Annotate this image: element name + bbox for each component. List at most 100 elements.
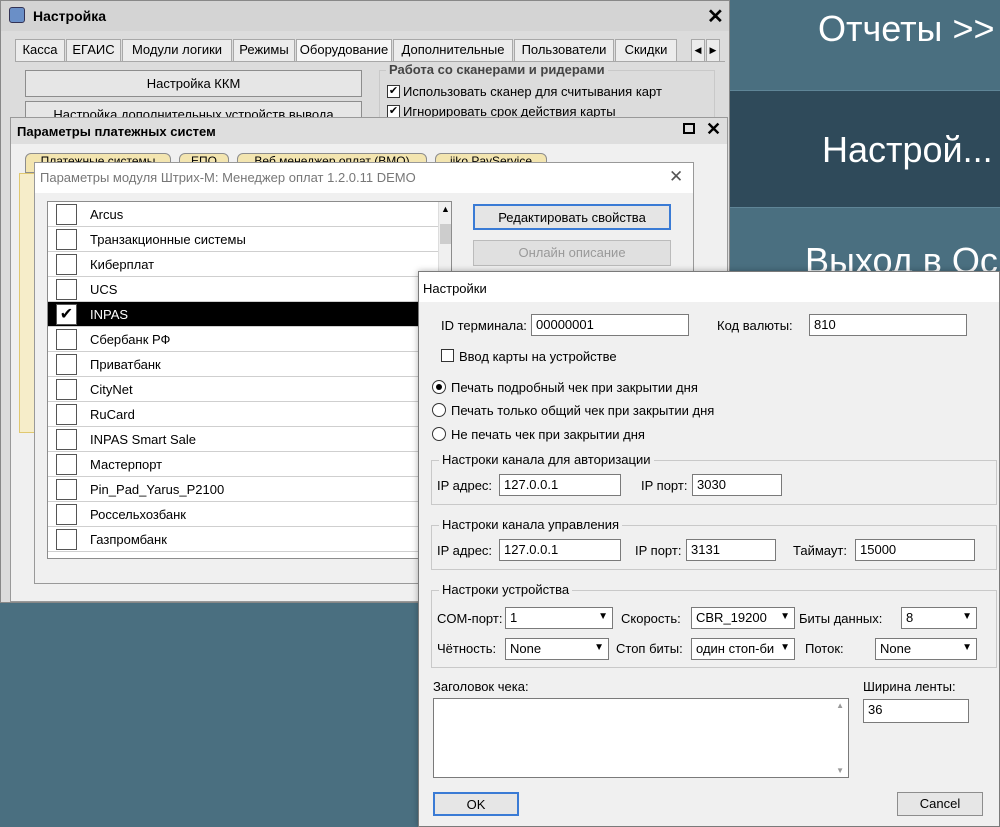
list-item-checkbox[interactable] — [56, 329, 77, 350]
list-item-checkbox[interactable] — [56, 429, 77, 450]
timeout-input[interactable]: 15000 — [855, 539, 975, 561]
tab-users[interactable]: Пользователи — [514, 39, 614, 61]
stopbits-select[interactable]: один стоп-би ▼ — [691, 638, 795, 660]
list-item-checkbox[interactable]: ✔ — [56, 304, 77, 325]
tape-width-input[interactable]: 36 — [863, 699, 969, 723]
list-item-checkbox[interactable] — [56, 529, 77, 550]
terminal-id-input[interactable]: 00000001 — [531, 314, 689, 336]
list-item-checkbox[interactable] — [56, 404, 77, 425]
maximize-icon[interactable] — [683, 123, 695, 134]
chevron-down-icon: ▼ — [962, 611, 972, 622]
list-item[interactable]: RuCard — [48, 402, 438, 427]
list-item-label: Газпромбанк — [90, 532, 167, 547]
com-port-label: COM-порт: — [437, 611, 503, 626]
list-item[interactable]: INPAS Smart Sale — [48, 427, 438, 452]
scroll-down-icon[interactable]: ▼ — [836, 766, 844, 775]
flow-select[interactable]: None ▼ — [875, 638, 977, 660]
cancel-button[interactable]: Cancel — [897, 792, 983, 816]
scroll-thumb[interactable] — [440, 224, 451, 244]
tab-additional[interactable]: Дополнительные — [393, 39, 513, 61]
list-item[interactable]: Arcus — [48, 202, 438, 227]
card-input-checkbox[interactable] — [441, 349, 454, 362]
chevron-down-icon: ▼ — [780, 642, 790, 653]
tab-scroll-left-icon[interactable]: ◀ — [691, 39, 705, 61]
list-item-checkbox[interactable] — [56, 379, 77, 400]
control-port-input[interactable]: 3131 — [686, 539, 776, 561]
tab-cash[interactable]: Касса — [15, 39, 65, 61]
list-item-checkbox[interactable] — [56, 204, 77, 225]
auth-port-input[interactable]: 3030 — [692, 474, 782, 496]
currency-code-input[interactable]: 810 — [809, 314, 967, 336]
ok-button[interactable]: OK — [433, 792, 519, 816]
tab-egais[interactable]: ЕГАИС — [66, 39, 121, 61]
edit-properties-button[interactable]: Редактировать свойства — [473, 204, 671, 230]
list-item-checkbox[interactable] — [56, 279, 77, 300]
tape-width-label: Ширина ленты: — [863, 679, 956, 694]
control-port-label: IP порт: — [635, 543, 682, 558]
dialog-title: Настройки — [423, 281, 487, 296]
list-item[interactable]: Газпромбанк — [48, 527, 438, 552]
chevron-down-icon: ▼ — [962, 642, 972, 653]
chevron-down-icon: ▼ — [594, 642, 604, 653]
receipt-header-textarea[interactable]: ▲ ▼ — [433, 698, 849, 778]
payment-close-icon[interactable]: ✕ — [706, 119, 721, 140]
chevron-down-icon: ▼ — [598, 611, 608, 622]
online-description-button[interactable]: Онлайн описание — [473, 240, 671, 266]
list-item-checkbox[interactable] — [56, 229, 77, 250]
control-ip-input[interactable]: 127.0.0.1 — [499, 539, 621, 561]
auth-channel-title: Настроки канала для авторизации — [439, 452, 654, 467]
auth-ip-input[interactable]: 127.0.0.1 — [499, 474, 621, 496]
device-group-title: Настроки устройства — [439, 582, 573, 597]
side-menu-reports[interactable]: Отчеты >> — [730, 8, 1000, 54]
control-ip-label: IP адрес: — [437, 543, 493, 558]
close-icon[interactable]: ✕ — [707, 4, 724, 29]
print-total-label: Печать только общий чек при закрытии дня — [451, 403, 715, 418]
stopbits-value: один стоп-би — [696, 641, 775, 656]
databits-select[interactable]: 8 ▼ — [901, 607, 977, 629]
list-item[interactable]: Pin_Pad_Yarus_P2100 — [48, 477, 438, 502]
tab-discounts[interactable]: Скидки — [615, 39, 677, 61]
tab-logic-modules[interactable]: Модули логики — [122, 39, 232, 61]
list-item[interactable]: Транзакционные системы — [48, 227, 438, 252]
list-item-checkbox[interactable] — [56, 454, 77, 475]
list-item[interactable]: CityNet — [48, 377, 438, 402]
list-item-label: Киберплат — [90, 257, 155, 272]
flow-value: None — [880, 641, 912, 656]
list-item-checkbox[interactable] — [56, 254, 77, 275]
side-menu-settings[interactable]: Настрой... — [730, 90, 1000, 208]
list-item[interactable]: Киберплат — [48, 252, 438, 277]
list-item-checkbox[interactable] — [56, 504, 77, 525]
extra-devices-button[interactable]: Настройка дополнительных устройств вывод… — [25, 101, 362, 118]
list-item[interactable]: Сбербанк РФ — [48, 327, 438, 352]
speed-value: CBR_19200 — [696, 610, 767, 625]
dialog-titlebar: Настройки — [419, 272, 999, 302]
module-close-icon[interactable]: ✕ — [669, 167, 683, 187]
print-detailed-label: Печать подробный чек при закрытии дня — [451, 380, 698, 395]
tab-equipment[interactable]: Оборудование — [296, 39, 392, 61]
scroll-up-icon[interactable]: ▲ — [836, 701, 844, 710]
terminal-id-label: ID терминала: — [441, 318, 527, 333]
list-item[interactable]: ✔ INPAS — [48, 302, 438, 327]
print-total-radio[interactable] — [432, 403, 446, 417]
list-item[interactable]: Россельхозбанк — [48, 502, 438, 527]
use-scanner-checkbox[interactable]: ✔ — [387, 85, 400, 98]
list-item[interactable]: Мастерпорт — [48, 452, 438, 477]
list-item[interactable]: Приватбанк — [48, 352, 438, 377]
stopbits-label: Стоп биты: — [616, 641, 683, 656]
app-icon — [9, 7, 25, 23]
kkm-settings-button[interactable]: Настройка ККМ — [25, 70, 362, 97]
list-item-label: CityNet — [90, 382, 133, 397]
com-port-select[interactable]: 1 ▼ — [505, 607, 613, 629]
list-item-checkbox[interactable] — [56, 354, 77, 375]
speed-select[interactable]: CBR_19200 ▼ — [691, 607, 795, 629]
scroll-up-icon[interactable]: ▲ — [441, 204, 450, 214]
currency-code-label: Код валюты: — [717, 318, 793, 333]
list-item[interactable]: UCS — [48, 277, 438, 302]
parity-select[interactable]: None ▼ — [505, 638, 609, 660]
print-detailed-radio[interactable] — [432, 380, 446, 394]
no-print-radio[interactable] — [432, 427, 446, 441]
tab-modes[interactable]: Режимы — [233, 39, 295, 61]
tab-scroll-right-icon[interactable]: ▶ — [706, 39, 720, 61]
list-item-checkbox[interactable] — [56, 479, 77, 500]
parity-value: None — [510, 641, 542, 656]
